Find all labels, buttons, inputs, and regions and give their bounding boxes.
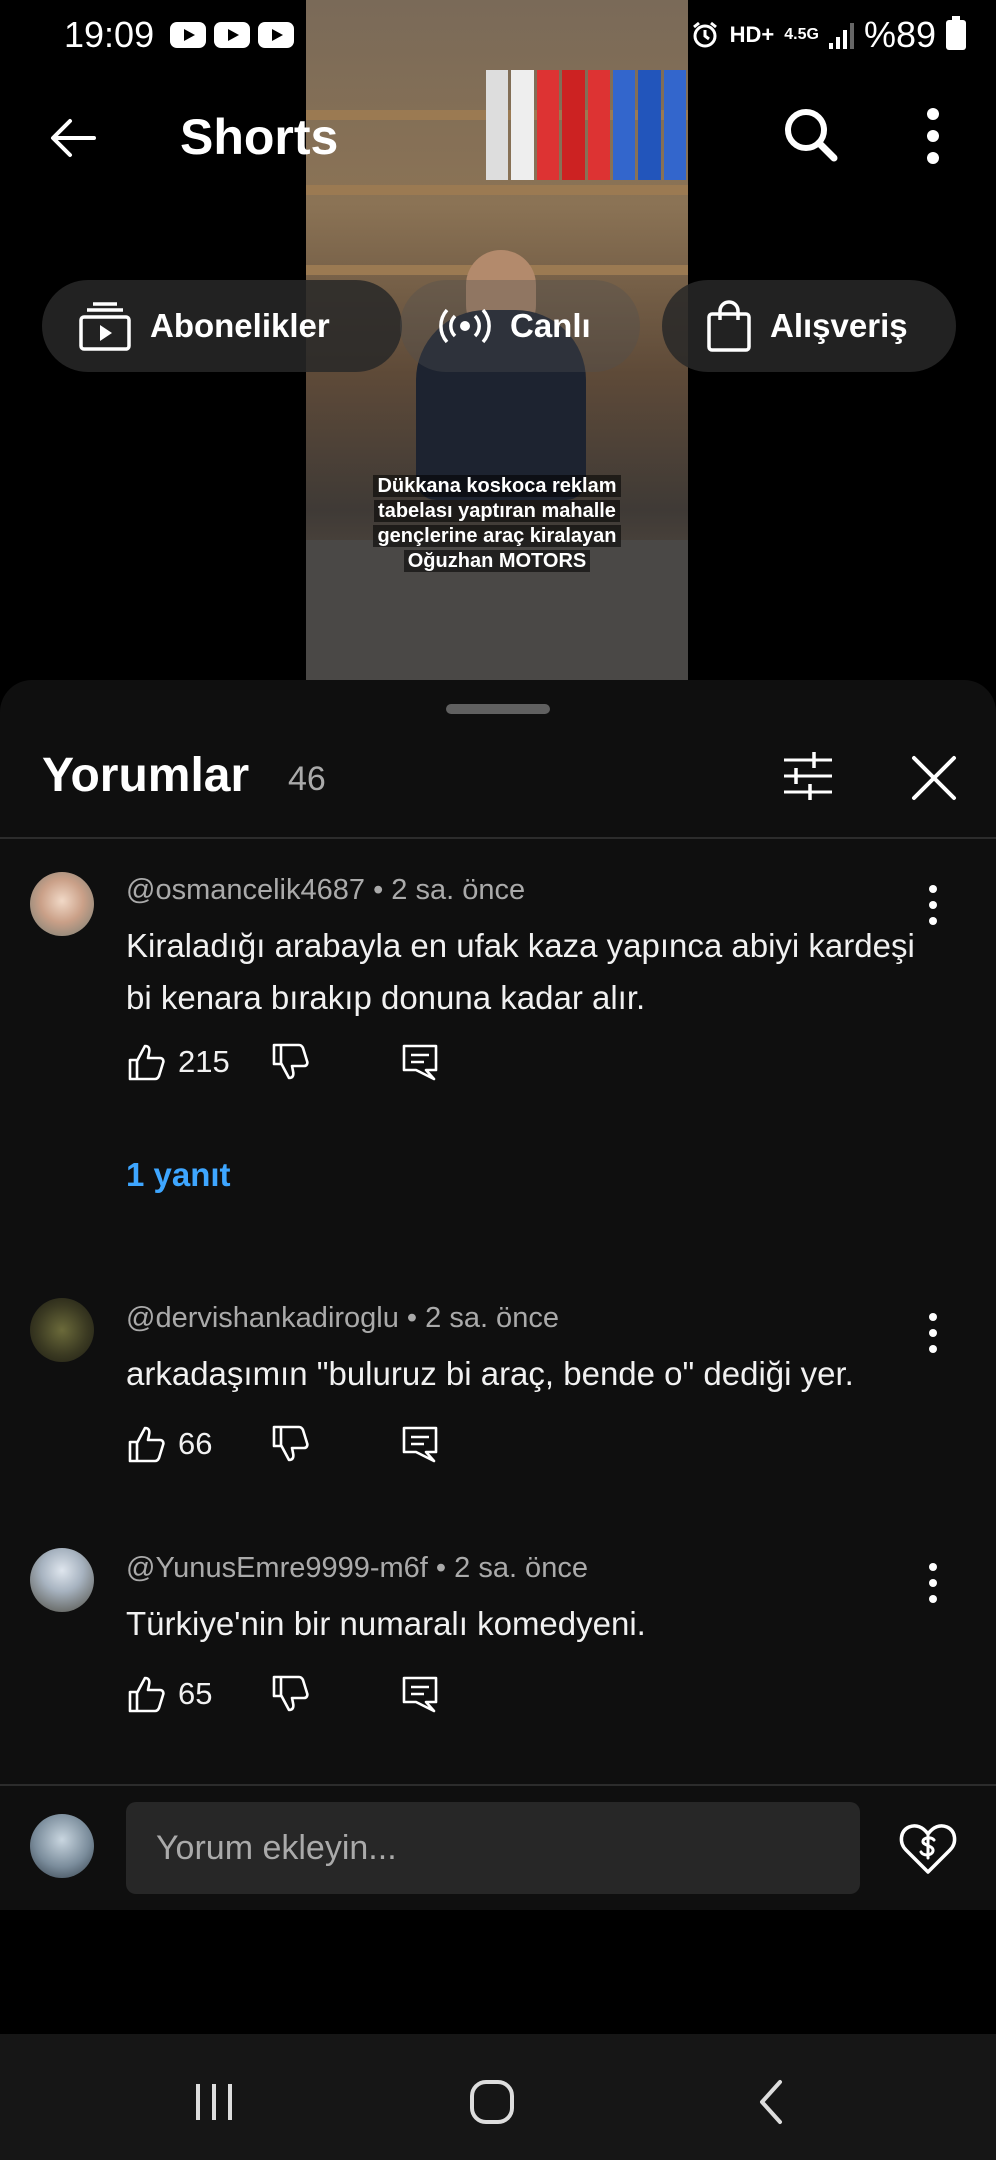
composer-divider [0, 1784, 996, 1786]
network-type: HD+ [729, 22, 775, 47]
comment-more-icon[interactable] [918, 1308, 948, 1358]
comments-panel: Yorumlar 46 @osmancelik4687 • 2 sa. önce… [0, 680, 996, 1910]
chip-shopping[interactable]: Alışveriş [662, 280, 956, 372]
youtube-notification-icon [170, 22, 206, 48]
view-replies-link[interactable]: 1 yanıt [126, 1156, 231, 1194]
thumbs-up-icon [128, 1044, 165, 1081]
sort-filter-icon[interactable] [780, 748, 836, 804]
add-comment-input[interactable] [126, 1802, 860, 1894]
chip-live[interactable]: Canlı [400, 280, 640, 372]
chip-label: Alışveriş [770, 307, 908, 344]
avatar[interactable] [30, 1298, 94, 1362]
back-arrow-icon[interactable] [44, 108, 104, 168]
super-thanks-icon[interactable] [898, 1818, 958, 1878]
drag-handle[interactable] [446, 704, 550, 714]
close-icon[interactable] [906, 750, 962, 806]
system-nav-bar [0, 2034, 996, 2160]
like-count: 66 [178, 1426, 213, 1461]
top-bar: Shorts [0, 90, 996, 190]
comment-author[interactable]: @osmancelik4687 • 2 sa. önce [126, 874, 525, 907]
chip-subscriptions[interactable]: Abonelikler [42, 280, 402, 372]
thumbs-down-icon[interactable] [270, 1424, 310, 1464]
avatar[interactable] [30, 872, 94, 936]
comment-author[interactable]: @dervishankadiroglu • 2 sa. önce [126, 1302, 559, 1335]
youtube-notification-icon [258, 22, 294, 48]
reply-icon[interactable] [400, 1042, 440, 1082]
like-count: 215 [178, 1044, 230, 1079]
subscriptions-icon [79, 302, 131, 351]
like-count: 65 [178, 1676, 213, 1711]
notification-icons [170, 22, 319, 48]
video-caption: Dükkana koskoca reklam tabelası yaptıran… [346, 474, 648, 574]
search-icon[interactable] [780, 104, 840, 164]
alarm-icon [692, 21, 717, 48]
comments-title: Yorumlar [42, 749, 250, 802]
avatar[interactable] [30, 1548, 94, 1612]
page-title: Shorts [180, 109, 339, 165]
youtube-notification-icon [214, 22, 250, 48]
comment-more-icon[interactable] [918, 880, 948, 930]
comment-author[interactable]: @YunusEmre9999-m6f • 2 sa. önce [126, 1552, 588, 1585]
comments-count: 46 [288, 760, 326, 798]
recent-apps-icon[interactable] [184, 2072, 244, 2132]
comment-text: Türkiye'nin bir numaralı komedyeni. [126, 1605, 646, 1642]
more-options-icon[interactable] [908, 104, 958, 168]
network-generation: 4.5G [784, 26, 819, 43]
live-icon [439, 308, 491, 344]
reply-icon[interactable] [400, 1674, 440, 1714]
like-button[interactable]: 215 [126, 1042, 230, 1082]
chip-label: Abonelikler [150, 307, 330, 344]
thumbs-down-icon[interactable] [270, 1042, 310, 1082]
thumbs-down-icon[interactable] [270, 1674, 310, 1714]
comment-more-icon[interactable] [918, 1558, 948, 1608]
comment-text: arkadaşımın "buluruz bi araç, bende o" d… [126, 1355, 854, 1392]
comment-text: Kiraladığı arabayla en ufak kaza yapınca… [126, 927, 915, 1016]
thumbs-up-icon [128, 1426, 165, 1463]
signal-icon [828, 21, 854, 49]
header-divider [0, 837, 996, 839]
thumbs-up-icon [128, 1676, 165, 1713]
chip-label: Canlı [510, 307, 591, 344]
like-button[interactable]: 65 [126, 1674, 212, 1714]
home-icon[interactable] [462, 2072, 522, 2132]
reply-icon[interactable] [400, 1424, 440, 1464]
system-back-icon[interactable] [742, 2072, 802, 2132]
status-right: HD+ 4.5G %89 [690, 14, 966, 56]
battery-icon [946, 16, 966, 50]
like-button[interactable]: 66 [126, 1424, 212, 1464]
shopping-bag-icon [707, 300, 751, 352]
status-time: 19:09 [64, 14, 155, 55]
my-avatar [30, 1814, 94, 1878]
battery-percent: %89 [863, 14, 936, 55]
